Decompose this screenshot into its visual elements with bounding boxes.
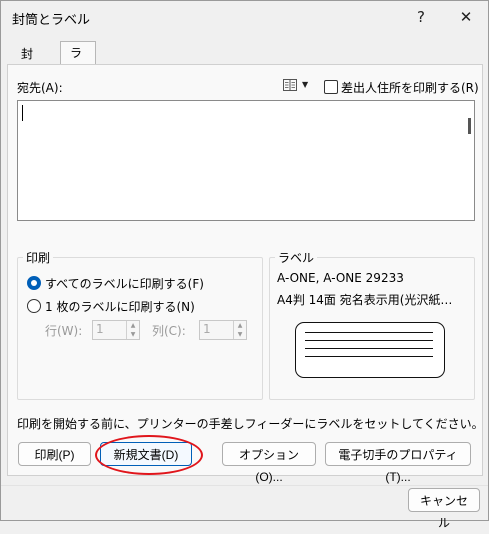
spin-up-icon[interactable]: ▲ [126, 321, 139, 330]
help-button[interactable]: ? [401, 1, 441, 33]
column-label: 列(C): [152, 324, 186, 338]
radio-print-single[interactable] [27, 299, 41, 313]
address-book-icon[interactable] [283, 79, 297, 94]
row-label: 行(W): [45, 324, 83, 338]
preview-line [305, 332, 433, 333]
envelopes-labels-dialog: 封筒とラベル ? ✕ 封筒 ラベル(L) 宛先(A): ▼ 差出人住所を印刷する… [0, 0, 489, 530]
cancel-button[interactable]: キャンセル [408, 488, 480, 530]
tab-labels[interactable]: ラベル(L) [60, 41, 97, 126]
column-value: 1 [203, 322, 211, 336]
print-group: 印刷 すべてのラベルに印刷する(F) 1 枚のラベルに印刷する(N) 行(W):… [17, 249, 263, 400]
radio-print-single-label[interactable]: 1 枚のラベルに印刷する(N) [45, 298, 195, 315]
labels-tab-panel: 宛先(A): ▼ 差出人住所を印刷する(R) 印刷 すべてのラベルに印刷する(F… [7, 64, 484, 484]
print-return-address-checkbox[interactable] [324, 80, 338, 94]
spin-down-icon[interactable]: ▼ [233, 330, 246, 339]
preview-line [305, 340, 433, 341]
label-group-title: ラベル [275, 249, 318, 266]
new-document-button[interactable]: 新規文書(D) [100, 442, 192, 466]
label-product-description[interactable]: A4判 14面 宛名表示用(光沢紙… [277, 291, 452, 308]
radio-print-all[interactable] [27, 276, 41, 290]
spin-up-icon[interactable]: ▲ [233, 321, 246, 330]
feeder-hint: 印刷を開始する前に、プリンターの手差しフィーダーにラベルをセットしてください。 [17, 417, 484, 431]
title-bar: 封筒とラベル ? ✕ [1, 1, 488, 33]
scrollbar-thumb[interactable] [468, 118, 471, 134]
footer-divider [1, 485, 488, 486]
preview-line [305, 356, 433, 357]
text-caret [22, 105, 23, 121]
radio-print-all-label[interactable]: すべてのラベルに印刷する(F) [45, 275, 204, 292]
tab-envelopes[interactable]: 封筒 [12, 43, 42, 83]
print-button[interactable]: 印刷(P) [18, 442, 91, 466]
row-value: 1 [96, 322, 104, 336]
spin-down-icon[interactable]: ▼ [126, 330, 139, 339]
print-return-address-label: 差出人住所を印刷する(R) [341, 81, 479, 95]
preview-line [305, 348, 433, 349]
label-product-name[interactable]: A-ONE, A-ONE 29233 [277, 271, 404, 285]
address-textarea[interactable] [17, 100, 475, 221]
print-group-title: 印刷 [23, 249, 54, 266]
postage-properties-button[interactable]: 電子切手のプロパティ(T)... [325, 442, 471, 484]
chevron-down-icon[interactable]: ▼ [302, 80, 308, 89]
dialog-title: 封筒とラベル [12, 13, 91, 28]
close-button[interactable]: ✕ [446, 1, 486, 33]
address-book-glyph [283, 79, 297, 91]
column-spinner[interactable]: 1 ▲ ▼ [199, 320, 247, 340]
row-spinner[interactable]: 1 ▲ ▼ [92, 320, 140, 340]
address-label: 宛先(A): [17, 81, 63, 95]
label-preview-image[interactable] [295, 322, 445, 378]
options-button[interactable]: オプション(O)... [222, 442, 316, 484]
